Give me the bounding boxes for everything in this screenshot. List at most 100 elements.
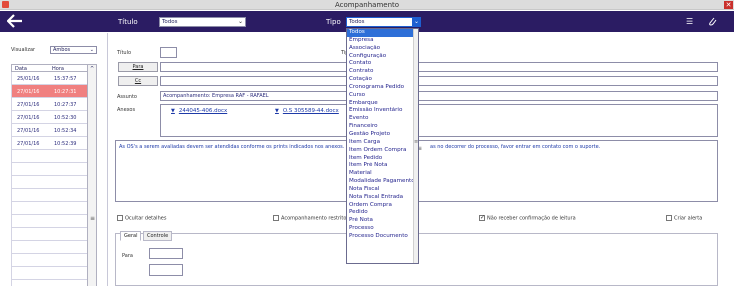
dropdown-option[interactable]: Evento: [347, 115, 418, 123]
titulo-label: Título: [117, 50, 132, 56]
dropdown-option[interactable]: Contato: [347, 60, 418, 68]
dropdown-option[interactable]: Pedido: [347, 209, 418, 217]
para-tab-input-2[interactable]: [149, 264, 183, 276]
dropdown-option[interactable]: Financeiro: [347, 123, 418, 131]
chevron-down-icon[interactable]: ⌄: [412, 17, 421, 27]
expand-triangle-icon: ▼: [171, 108, 175, 114]
table-row-empty: [11, 163, 97, 176]
row-date: 27/01/16: [17, 115, 40, 121]
dropdown-option[interactable]: Material: [347, 170, 418, 178]
table-row[interactable]: 27/01/16 10:52:30: [11, 111, 97, 124]
row-date: 27/01/16: [17, 128, 40, 134]
scroll-grip-icon[interactable]: ≡: [414, 139, 418, 145]
ocultar-detalhes-label: Ocultar detalhes: [125, 215, 167, 222]
table-row-empty: [11, 280, 97, 286]
row-time: 10:52:39: [54, 141, 77, 147]
dropdown-option[interactable]: Processo Documento: [347, 233, 418, 241]
checkbox-box[interactable]: [479, 214, 485, 221]
table-row[interactable]: 27/01/16 10:27:37: [11, 98, 97, 111]
nao-receber-label: Não receber confirmação de leitura: [487, 215, 576, 222]
dropdown-option[interactable]: Contrato: [347, 68, 418, 76]
dropdown-option[interactable]: Associação: [347, 45, 418, 53]
assunto-field[interactable]: Acompanhamento: Empresa RAF - RAFAEL: [160, 91, 718, 101]
dropdown-option[interactable]: Processo: [347, 225, 418, 233]
window-titlebar: Acompanhamento ✕: [0, 0, 734, 10]
row-time: 10:52:34: [54, 128, 77, 134]
table-row-empty: [11, 176, 97, 189]
message-text-right: as no decorrer do processo, favor entrar…: [430, 144, 601, 150]
header-titulo-label: Título: [118, 18, 138, 26]
nao-receber-checkbox[interactable]: Não receber confirmação de leitura: [479, 214, 576, 222]
dropdown-scrollbar[interactable]: ≡: [413, 29, 418, 263]
history-grid: 25/01/16 15:37:57 27/01/16 10:27:31 27/0…: [11, 72, 97, 286]
cc-field[interactable]: [160, 76, 718, 86]
row-date: 27/01/16: [17, 102, 40, 108]
dropdown-option[interactable]: Nota Fiscal Entrada: [347, 194, 418, 202]
attachment-name: O.S 305589-44.docx: [282, 108, 339, 114]
dropdown-option[interactable]: Cronograma Pedido: [347, 84, 418, 92]
history-scrollbar[interactable]: ^ ≡: [87, 64, 97, 286]
acompanhamento-restrito-label: Acompanhamento restrito: [281, 215, 347, 222]
table-row[interactable]: 25/01/16 15:37:57: [11, 72, 97, 85]
titulo-input[interactable]: [160, 47, 177, 58]
tipo-dropdown-list[interactable]: Todos Empresa Associação Configuração Contat…: [346, 28, 419, 264]
attachments-box: ▼ 244045-406.docx ▼ O.S 305589-44.docx: [160, 104, 718, 137]
tab-geral[interactable]: Geral: [120, 231, 142, 241]
para-tab-input[interactable]: [149, 248, 183, 259]
dropdown-option[interactable]: Item Carga: [347, 139, 418, 147]
row-date: 27/01/16: [17, 89, 40, 95]
scroll-grip-icon[interactable]: ≡: [90, 215, 95, 222]
table-row[interactable]: 27/01/16 10:52:39: [11, 137, 97, 150]
titulo-select-value: Todos: [162, 19, 178, 25]
visualizar-select-value: Ambos: [53, 47, 71, 53]
message-text-left: As OS's a serem avaliadas devem ser aten…: [119, 144, 345, 150]
dropdown-option[interactable]: Modalidade Pagamento: [347, 178, 418, 186]
acompanhamento-restrito-checkbox[interactable]: Acompanhamento restrito: [273, 215, 346, 222]
checkbox-box[interactable]: [666, 215, 672, 221]
dropdown-option[interactable]: Cotação: [347, 76, 418, 84]
para-field[interactable]: [160, 62, 718, 72]
dropdown-option[interactable]: Pré Nota: [347, 217, 418, 225]
dropdown-option[interactable]: Emissão Inventário: [347, 107, 418, 115]
paperclip-icon[interactable]: [707, 16, 717, 27]
checkbox-box[interactable]: [273, 215, 279, 221]
filter-list-icon[interactable]: ☰: [686, 17, 693, 26]
dropdown-option[interactable]: Todos: [347, 29, 418, 37]
dropdown-option[interactable]: Gestão Projeto: [347, 131, 418, 139]
dropdown-option[interactable]: Empresa: [347, 37, 418, 45]
close-window-button[interactable]: ✕: [724, 1, 733, 9]
table-row[interactable]: 27/01/16 10:27:31: [11, 85, 97, 98]
history-grid-header: Data Hora: [11, 64, 97, 72]
tipo-select[interactable]: Todos ⌄: [346, 17, 421, 27]
visualizar-select[interactable]: Ambos ⌄: [50, 46, 97, 54]
dropdown-option[interactable]: Embarque: [347, 100, 418, 108]
ocultar-detalhes-checkbox[interactable]: Ocultar detalhes: [117, 215, 166, 222]
titulo-select[interactable]: Todos ⌄: [159, 17, 246, 27]
scroll-up-icon[interactable]: ^: [90, 66, 94, 72]
dropdown-option[interactable]: Curso: [347, 92, 418, 100]
dropdown-option[interactable]: Configuração: [347, 53, 418, 61]
table-row-empty: [11, 267, 97, 280]
attachment-link[interactable]: ▼ O.S 305589-44.docx: [275, 108, 339, 114]
dropdown-option[interactable]: Nota Fiscal: [347, 186, 418, 194]
back-arrow-icon[interactable]: [7, 14, 23, 28]
cc-button[interactable]: Cc: [118, 76, 158, 86]
dropdown-option[interactable]: Item Ordem Compra: [347, 147, 418, 155]
anexos-label: Anexos: [117, 107, 136, 113]
attachment-link[interactable]: ▼ 244045-406.docx: [171, 108, 227, 114]
tab-controle[interactable]: Controle: [143, 231, 173, 241]
dropdown-option[interactable]: Item Pedido: [347, 155, 418, 163]
table-row-empty: [11, 241, 97, 254]
row-time: 10:27:37: [54, 102, 77, 108]
assunto-label: Assunto: [117, 94, 137, 100]
dropdown-option[interactable]: Item Pré Nota: [347, 162, 418, 170]
table-row[interactable]: 27/01/16 10:52:34: [11, 124, 97, 137]
dropdown-option[interactable]: Ordem Compra: [347, 202, 418, 210]
checkbox-box[interactable]: [117, 215, 123, 221]
para-button[interactable]: Para: [118, 62, 158, 72]
chevron-down-icon: ⌄: [89, 47, 94, 53]
table-row-empty: [11, 150, 97, 163]
criar-alerta-checkbox[interactable]: Criar alerta: [666, 215, 702, 222]
attachment-name: 244045-406.docx: [178, 108, 228, 114]
chevron-down-icon: ⌄: [237, 18, 243, 25]
